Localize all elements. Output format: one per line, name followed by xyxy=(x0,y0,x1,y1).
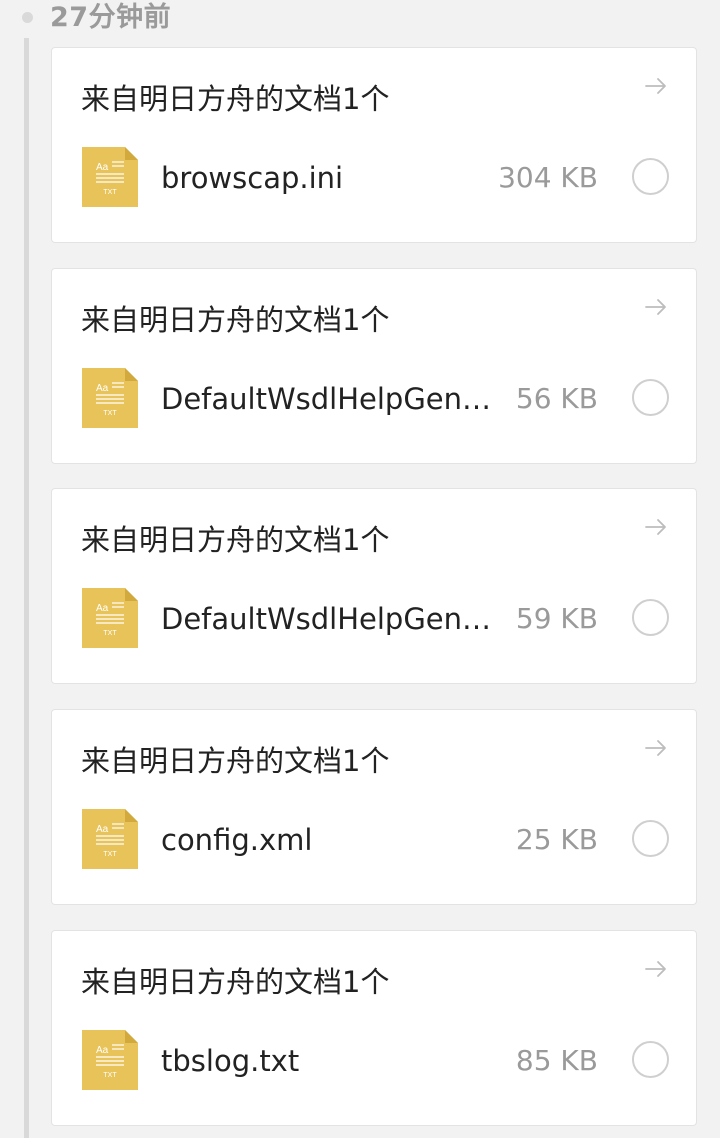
arrow-right-icon[interactable] xyxy=(642,293,670,321)
file-share-card[interactable]: 来自明日方舟的文档1个 Aa TXT tbslog.txt 85 KB xyxy=(51,930,697,1126)
select-radio[interactable] xyxy=(632,599,669,636)
timeline-dot xyxy=(22,12,33,23)
select-radio[interactable] xyxy=(632,379,669,416)
icon-ext-text: TXT xyxy=(103,1072,117,1079)
file-share-card[interactable]: 来自明日方舟的文档1个 Aa TXT DefaultWsdlHelpGenera… xyxy=(51,488,697,684)
icon-glyph-text: Aa xyxy=(96,383,109,394)
file-size: 304 KB xyxy=(498,161,598,194)
arrow-right-icon[interactable] xyxy=(642,513,670,541)
select-radio[interactable] xyxy=(632,1041,669,1078)
icon-glyph-text: Aa xyxy=(96,603,109,614)
card-title: 来自明日方舟的文档1个 xyxy=(81,965,390,999)
icon-ext-text: TXT xyxy=(103,189,117,196)
time-group-label: 27分钟前 xyxy=(50,2,172,33)
file-name[interactable]: tbslog.txt xyxy=(161,1041,506,1081)
icon-glyph-text: Aa xyxy=(96,162,109,173)
txt-file-icon: Aa TXT xyxy=(82,368,138,428)
icon-ext-text: TXT xyxy=(103,630,117,637)
txt-file-icon: Aa TXT xyxy=(82,809,138,869)
txt-file-icon: Aa TXT xyxy=(82,1030,138,1090)
card-title: 来自明日方舟的文档1个 xyxy=(81,523,390,557)
file-size: 25 KB xyxy=(515,823,598,856)
select-radio[interactable] xyxy=(632,158,669,195)
txt-file-icon: Aa TXT xyxy=(82,147,138,207)
file-share-card[interactable]: 来自明日方舟的文档1个 Aa TXT DefaultWsdlHelpGenera… xyxy=(51,268,697,464)
arrow-right-icon[interactable] xyxy=(642,734,670,762)
select-radio[interactable] xyxy=(632,820,669,857)
file-size: 59 KB xyxy=(515,602,598,635)
file-name[interactable]: config.xml xyxy=(161,820,506,860)
card-title: 来自明日方舟的文档1个 xyxy=(81,744,390,778)
arrow-right-icon[interactable] xyxy=(642,955,670,983)
card-title: 来自明日方舟的文档1个 xyxy=(81,82,390,116)
icon-glyph-text: Aa xyxy=(96,824,109,835)
timeline-line xyxy=(24,38,29,1138)
file-share-card[interactable]: 来自明日方舟的文档1个 Aa TXT config.xml 25 KB xyxy=(51,709,697,905)
file-name[interactable]: browscap.ini xyxy=(161,158,506,198)
icon-glyph-text: Aa xyxy=(96,1045,109,1056)
file-size: 56 KB xyxy=(515,382,598,415)
file-name[interactable]: DefaultWsdlHelpGenera... xyxy=(161,599,506,639)
file-name[interactable]: DefaultWsdlHelpGenera... xyxy=(161,379,506,419)
icon-ext-text: TXT xyxy=(103,851,117,858)
txt-file-icon: Aa TXT xyxy=(82,588,138,648)
arrow-right-icon[interactable] xyxy=(642,72,670,100)
card-title: 来自明日方舟的文档1个 xyxy=(81,303,390,337)
icon-ext-text: TXT xyxy=(103,410,117,417)
file-share-card[interactable]: 来自明日方舟的文档1个 Aa TXT browscap.ini 304 KB xyxy=(51,47,697,243)
file-size: 85 KB xyxy=(515,1044,598,1077)
